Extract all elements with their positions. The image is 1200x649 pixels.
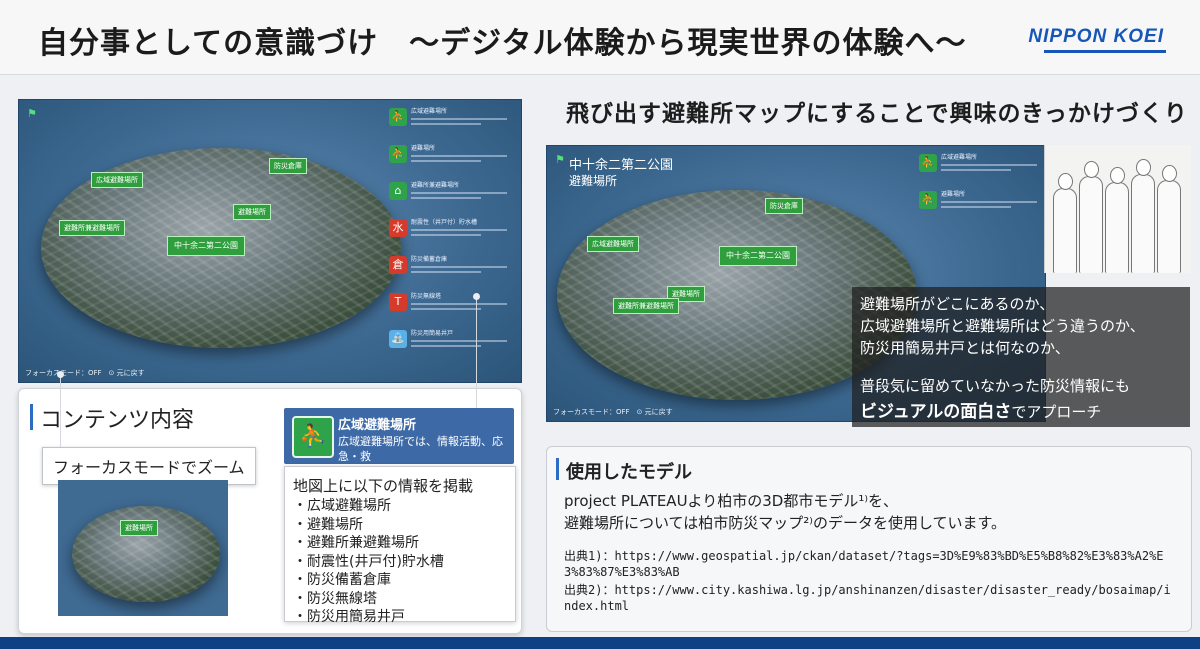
- map-legend: ⛹ 広域避難場所 ⛹ 避難場所 ⌂ 避難所兼避難場所 水 耐震性（井戸付）貯水槽…: [389, 106, 515, 365]
- list-item: ・耐震性(井戸付)貯水槽: [293, 553, 444, 570]
- broad-evacuation-area-icon: ⛹: [919, 154, 937, 172]
- logo-underline: [1044, 50, 1166, 53]
- shelter-icon: ⌂: [389, 182, 407, 200]
- emphasis-text: ビジュアルの面白さ: [860, 402, 1012, 422]
- source-link-1[interactable]: 出典1)：https://www.geospatial.jp/ckan/data…: [564, 548, 1176, 580]
- map-legend: ⛹ 広域避難場所 ⛹ 避難場所: [919, 152, 1039, 226]
- runner-icon: ⚑: [555, 153, 565, 166]
- focus-zoom-inset: 避難場所: [58, 480, 228, 616]
- map-marker[interactable]: 避難所兼避難場所: [613, 298, 679, 315]
- radio-tower-icon: T: [389, 293, 407, 311]
- map-marker[interactable]: 防災倉庫: [765, 198, 803, 215]
- info-list: ・広域避難場所 ・避難場所 ・避難所兼避難場所 ・耐震性(井戸付)貯水槽 ・防災…: [293, 497, 444, 627]
- location-name: 中十余二第二公園: [569, 158, 674, 173]
- callout-dot: [57, 371, 64, 378]
- list-item: ・防災用簡易井戸: [293, 609, 405, 625]
- map-marker[interactable]: 中十余二第二公園: [167, 236, 245, 256]
- callout-line: [60, 373, 61, 447]
- evacuation-site-icon: ⛹: [389, 145, 407, 163]
- legend-item: ⛲ 防災用簡易井戸: [389, 328, 515, 362]
- broad-evacuation-area-icon: ⛹: [389, 108, 407, 126]
- slide-header: 自分事としての意識づけ ～デジタル体験から現実世界の体験へ～ NIPPON KO…: [0, 0, 1200, 75]
- legend-item: 倉 防災備蓄倉庫: [389, 254, 515, 288]
- people-illustration: [1044, 145, 1191, 273]
- storehouse-icon: 倉: [389, 256, 407, 274]
- well-icon: ⛲: [389, 330, 407, 348]
- evacuation-site-icon: ⛹: [919, 191, 937, 209]
- legend-item: ⌂ 避難所兼避難場所: [389, 180, 515, 214]
- legend-item: T 防災無線塔: [389, 291, 515, 325]
- list-item: ・広域避難場所: [293, 498, 391, 514]
- map-marker[interactable]: 広域避難場所: [587, 236, 639, 253]
- callout-line: [476, 296, 477, 408]
- footer-bar: [0, 637, 1200, 649]
- nippon-koei-logo: NIPPON KOEI: [1028, 26, 1164, 47]
- source-link-2[interactable]: 出典2)：https://www.city.kashiwa.lg.jp/ansh…: [564, 582, 1176, 614]
- legend-detail-card: ⛹ 広域避難場所 広域避難場所では、情報活動、応急・救 援・救護活動を行います: [284, 408, 514, 478]
- info-list-card: 地図上に以下の情報を掲載 ・広域避難場所 ・避難場所 ・避難所兼避難場所 ・耐震…: [284, 466, 516, 625]
- map-marker[interactable]: 防災倉庫: [269, 158, 307, 175]
- focus-mode-status[interactable]: フォーカスモード：OFF ⊙ 元に戻す: [25, 368, 145, 378]
- left-game-view: ⚑ 広域避難場所 避難所兼避難場所 中十余二第二公園 避難場所 防災倉庫 ⛹ 広…: [18, 99, 522, 383]
- section-accent: [556, 458, 559, 480]
- broad-evacuation-area-icon: ⛹: [292, 416, 334, 458]
- list-item: ・防災無線塔: [293, 590, 377, 607]
- model-title: 使用したモデル: [566, 462, 692, 483]
- map-marker[interactable]: 中十余二第二公園: [719, 246, 797, 266]
- water-tank-icon: 水: [389, 219, 407, 237]
- right-heading: 飛び出す避難所マップにすることで興味のきっかけづくり: [566, 101, 1188, 127]
- model-body-line: 避難場所については柏市防災マップ²⁾のデータを使用しています。: [564, 514, 1007, 532]
- location-type: 避難場所: [569, 174, 618, 188]
- list-item: ・避難場所: [293, 516, 363, 533]
- legend-item: 水 耐震性（井戸付）貯水槽: [389, 217, 515, 251]
- list-item: ・防災備蓄倉庫: [293, 572, 391, 588]
- list-item: ・避難所兼避難場所: [293, 535, 419, 551]
- map-marker[interactable]: 避難場所: [233, 204, 271, 221]
- focus-mode-status[interactable]: フォーカスモード：OFF ⊙ 元に戻す: [553, 407, 673, 417]
- slide-title: 自分事としての意識づけ ～デジタル体験から現実世界の体験へ～: [38, 26, 967, 61]
- legend-item: ⛹ 広域避難場所: [389, 106, 515, 140]
- callout-dot: [473, 293, 480, 300]
- message-overlay: 避難場所がどこにあるのか、 広域避難場所と避難場所はどう違うのか、 防災用簡易井…: [852, 287, 1190, 427]
- model-body-line: project PLATEAUより柏市の3D都市モデル¹⁾を、: [564, 492, 899, 510]
- map-marker[interactable]: 避難場所: [120, 520, 158, 537]
- contents-title: コンテンツ内容: [40, 408, 195, 433]
- section-accent: [30, 404, 33, 430]
- legend-item: ⛹ 避難場所: [389, 143, 515, 177]
- map-marker[interactable]: 避難所兼避難場所: [59, 220, 125, 237]
- runner-icon: ⚑: [27, 107, 37, 120]
- map-marker[interactable]: 広域避難場所: [91, 172, 143, 189]
